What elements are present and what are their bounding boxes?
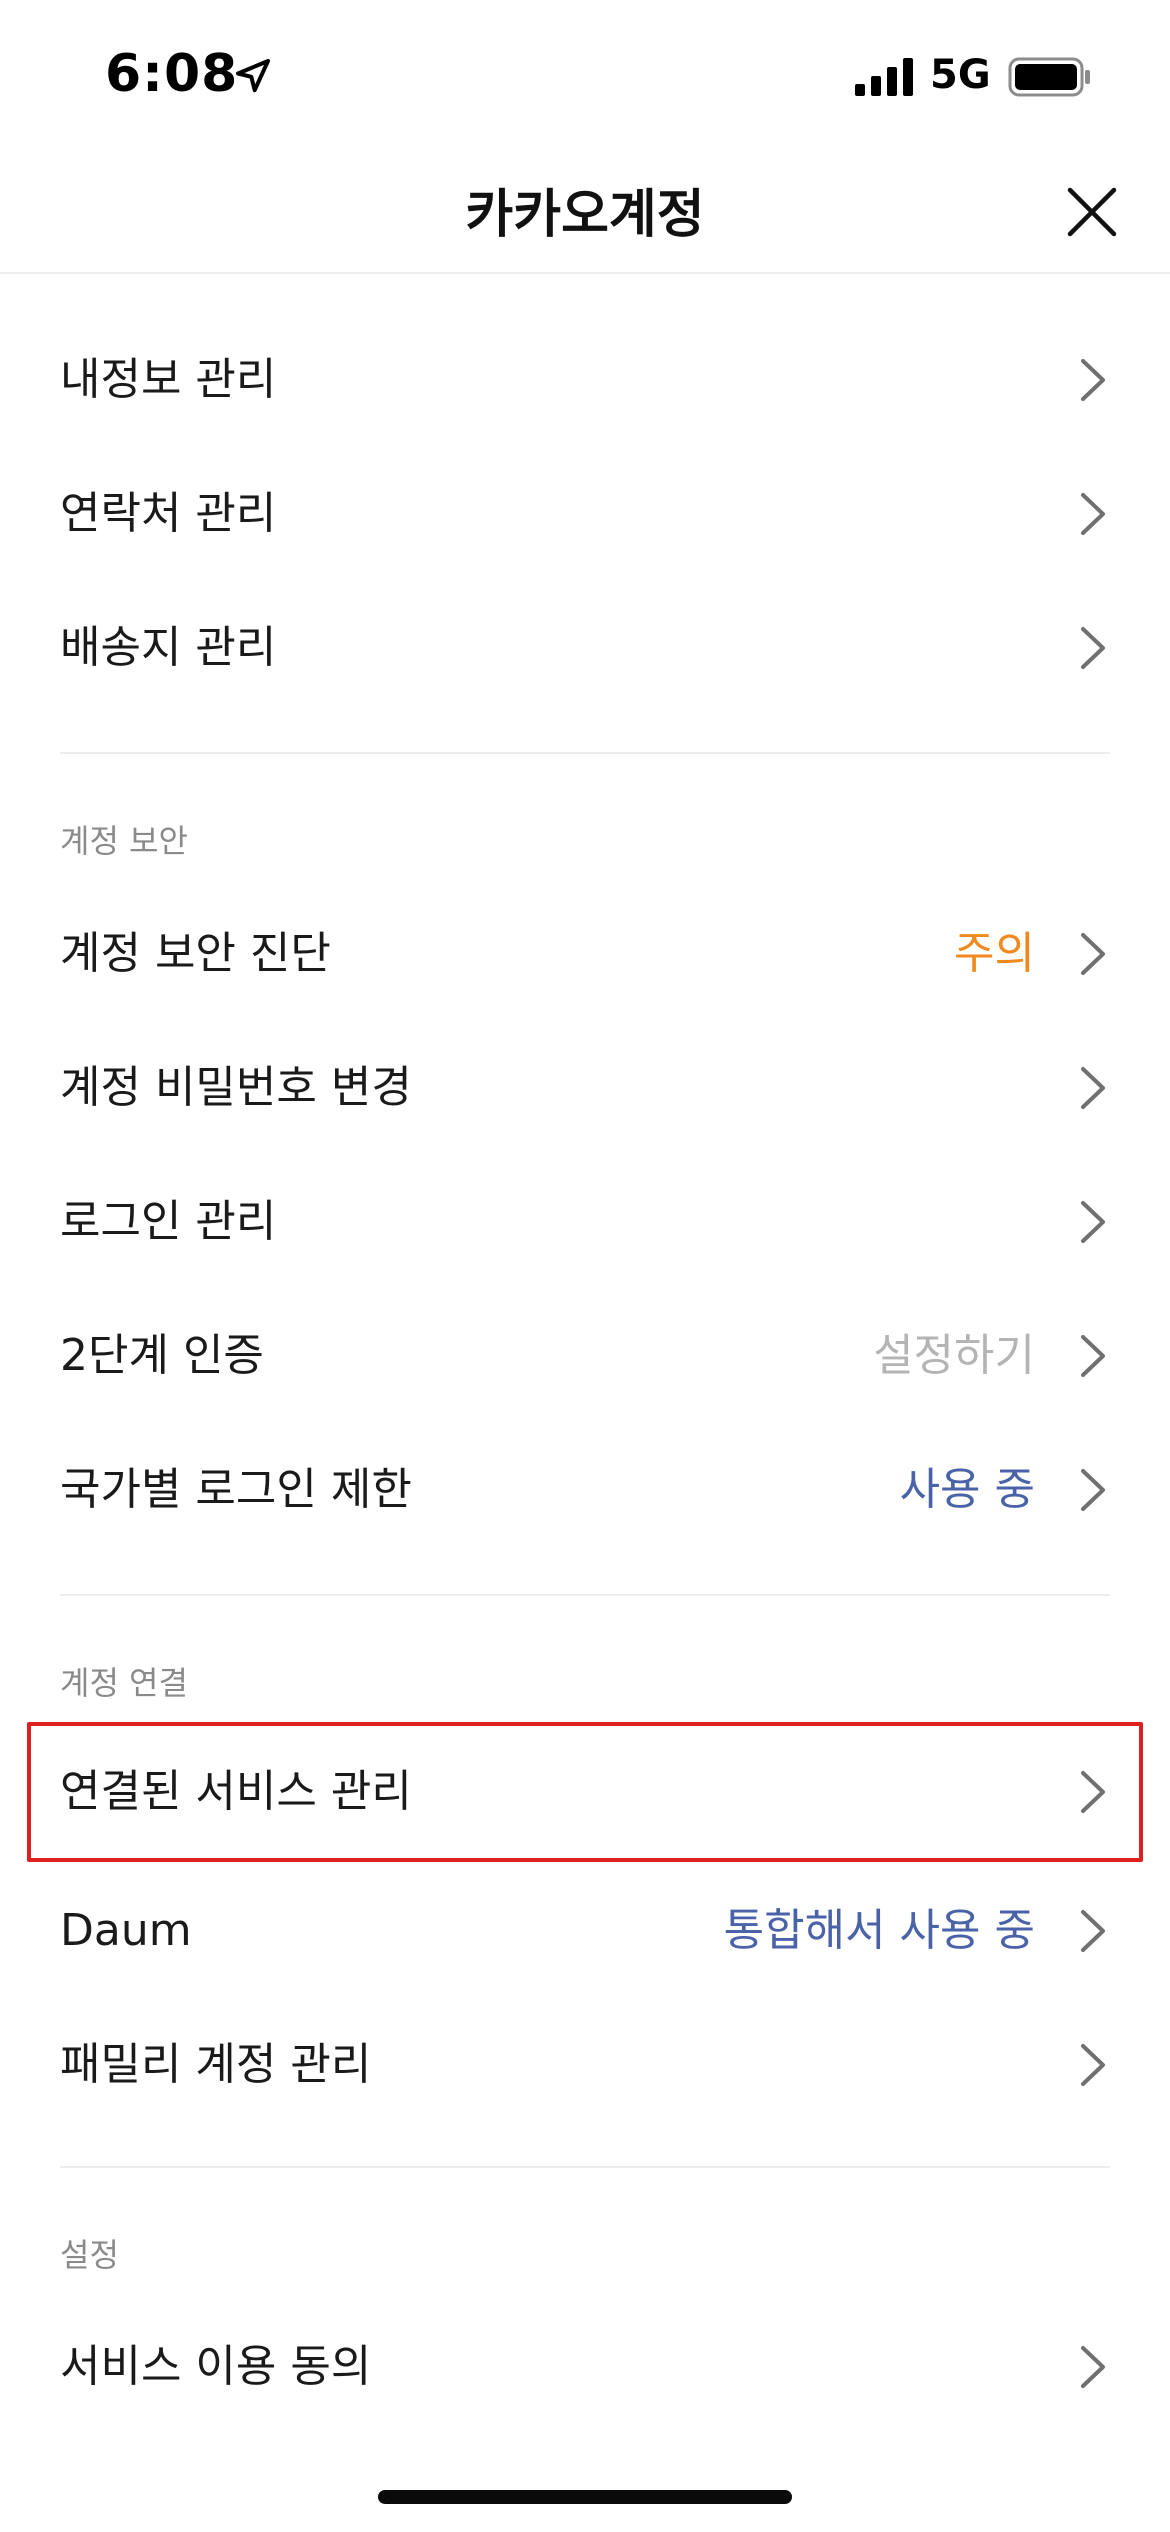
- chevron-right-icon: [1081, 1469, 1105, 1511]
- chevron-right-icon: [1081, 359, 1105, 401]
- location-arrow-icon: [236, 59, 270, 93]
- chevron-right-icon: [1081, 2346, 1105, 2388]
- section-header-connection: 계정 연결: [60, 1664, 188, 1702]
- network-label: 5G: [930, 52, 991, 98]
- page-title: 카카오계정: [465, 185, 705, 245]
- status-integrated: 통합해서 사용 중: [723, 1905, 1035, 1956]
- chevron-right-icon: [1081, 493, 1105, 535]
- menu-item-country-login-limit[interactable]: 국가별 로그인 제한 사용 중: [0, 1423, 1170, 1557]
- chevron-right-icon: [1081, 933, 1105, 975]
- menu-item-login-management[interactable]: 로그인 관리: [0, 1155, 1170, 1289]
- menu-item-daum[interactable]: Daum 통합해서 사용 중: [0, 1864, 1170, 1998]
- chevron-right-icon: [1081, 1910, 1105, 1952]
- menu-item-shipping[interactable]: 배송지 관리: [0, 581, 1170, 715]
- menu-item-contacts[interactable]: 연락처 관리: [0, 447, 1170, 581]
- menu-item-label: 로그인 관리: [60, 1196, 277, 1247]
- home-indicator[interactable]: [378, 2490, 792, 2504]
- section-divider: [60, 752, 1110, 754]
- chevron-right-icon: [1081, 1201, 1105, 1243]
- menu-item-label: Daum: [60, 1905, 192, 1956]
- menu-item-label: 내정보 관리: [60, 354, 277, 405]
- chevron-right-icon: [1081, 1067, 1105, 1109]
- chevron-right-icon: [1081, 2044, 1105, 2086]
- menu-item-label: 국가별 로그인 제한: [60, 1464, 412, 1515]
- chevron-right-icon: [1081, 1771, 1105, 1813]
- section-divider: [60, 2166, 1110, 2168]
- status-bar: 6:08 5G: [0, 0, 1170, 150]
- section-header-settings: 설정: [60, 2236, 119, 2274]
- menu-item-connected-services[interactable]: 연결된 서비스 관리: [0, 1725, 1170, 1859]
- menu-item-two-step-auth[interactable]: 2단계 인증 설정하기: [0, 1289, 1170, 1423]
- section-header-security: 계정 보안: [60, 822, 188, 860]
- menu-item-label: 서비스 이용 동의: [60, 2341, 372, 2392]
- menu-item-label: 배송지 관리: [60, 622, 277, 673]
- menu-item-label: 2단계 인증: [60, 1330, 264, 1381]
- menu-item-service-consent[interactable]: 서비스 이용 동의: [0, 2300, 1170, 2434]
- close-icon[interactable]: [1060, 180, 1124, 244]
- status-setup: 설정하기: [873, 1330, 1035, 1381]
- menu-item-label: 연락처 관리: [60, 488, 277, 539]
- menu-item-change-password[interactable]: 계정 비밀번호 변경: [0, 1021, 1170, 1155]
- menu-item-label: 연결된 서비스 관리: [60, 1766, 412, 1817]
- battery-icon: [1008, 57, 1090, 97]
- status-in-use: 사용 중: [899, 1464, 1035, 1515]
- menu-item-label: 계정 비밀번호 변경: [60, 1062, 412, 1113]
- status-warning: 주의: [954, 928, 1035, 979]
- chevron-right-icon: [1081, 1335, 1105, 1377]
- section-divider: [60, 1594, 1110, 1596]
- menu-item-family-account[interactable]: 패밀리 계정 관리: [0, 1998, 1170, 2132]
- menu-item-security-check[interactable]: 계정 보안 진단 주의: [0, 887, 1170, 1021]
- chevron-right-icon: [1081, 627, 1105, 669]
- menu-item-label: 패밀리 계정 관리: [60, 2039, 372, 2090]
- cellular-signal-icon: [855, 58, 913, 96]
- nav-bar: 카카오계정: [0, 150, 1170, 274]
- menu-item-my-info[interactable]: 내정보 관리: [0, 313, 1170, 447]
- status-time: 6:08: [105, 44, 239, 104]
- menu-item-label: 계정 보안 진단: [60, 928, 331, 979]
